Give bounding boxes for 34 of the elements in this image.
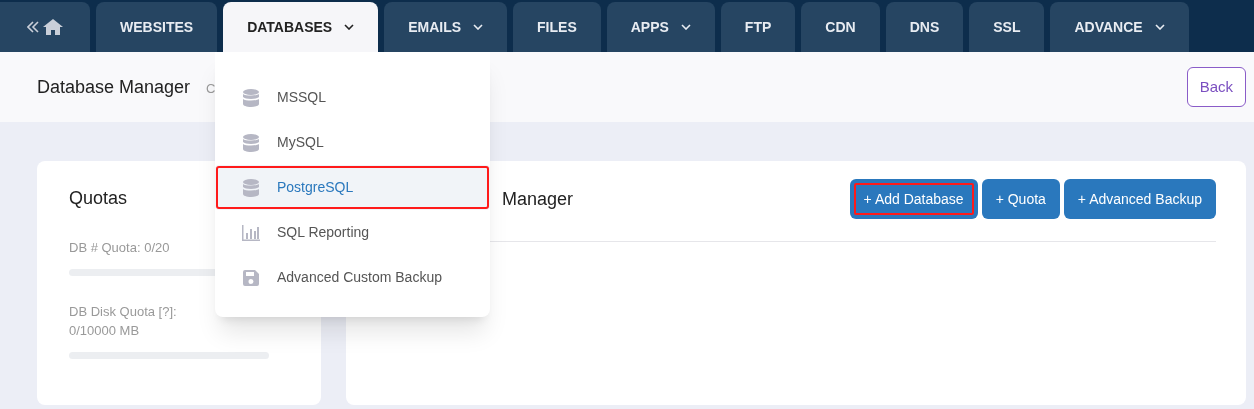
nav-tab[interactable]: WEBSITES [96,2,218,52]
menu-item[interactable]: MySQL [215,120,490,165]
menu-item[interactable]: PostgreSQL [215,165,490,210]
quota-label: DB # Quota: 0/20 [69,239,171,257]
card-title: Manager [501,187,574,211]
double-chevron-left-icon [27,21,39,33]
nav-tab[interactable]: FTP [720,2,796,52]
bar-chart-icon [242,224,260,241]
card-title: Quotas [69,188,128,208]
menu-item[interactable]: SQL Reporting [215,210,490,255]
nav-tab[interactable]: CDN [801,2,880,52]
breadcrumb: C [206,79,216,98]
menu-item[interactable]: Advanced Custom Backup [215,255,490,300]
database-icon [243,178,259,197]
database-icon [243,88,259,107]
home-tab[interactable] [0,2,90,52]
nav-tab[interactable]: DATABASES [223,2,379,52]
add-button[interactable]: + Advanced Backup [1063,179,1216,219]
nav-tab[interactable]: DNS [885,2,964,52]
nav-tab[interactable]: APPS [606,2,715,52]
menu-item[interactable]: MSSQL [215,75,490,120]
nav-tab[interactable]: EMAILS [384,2,508,52]
nav-tab[interactable]: FILES [513,2,601,52]
back-button[interactable]: Back [1186,67,1246,107]
add-button[interactable]: + Quota [981,179,1060,219]
nav-tab[interactable]: SSL [969,2,1045,52]
database-icon [243,133,259,152]
quota-value: 0/10000 MB [69,322,141,340]
nav-tab[interactable]: ADVANCE [1050,2,1189,52]
page-title: Database Manager [37,75,191,99]
save-icon [243,269,259,286]
add-button[interactable]: + Add Database [849,179,978,219]
quota-label: DB Disk Quota [?]: [69,303,178,321]
home-icon [43,19,63,35]
